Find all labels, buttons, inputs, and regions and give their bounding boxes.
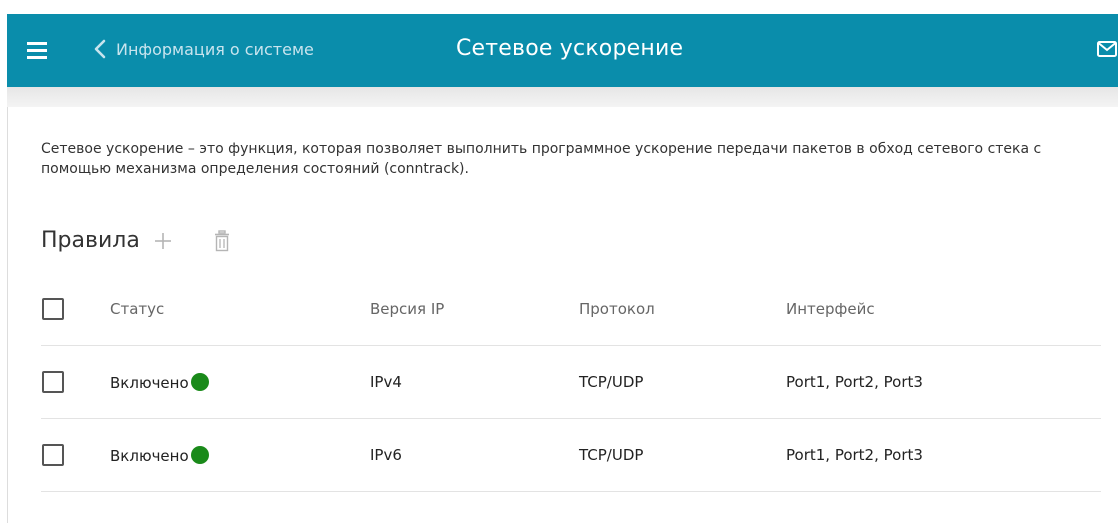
trash-icon[interactable] (214, 229, 230, 252)
row-checkbox[interactable] (42, 444, 64, 466)
protocol-cell: TCP/UDP (578, 345, 785, 419)
table-header-row: Статус Версия IP Протокол Интерфейс (41, 273, 1101, 346)
rules-table: Статус Версия IP Протокол Интерфейс Вклю… (41, 273, 1101, 492)
plus-icon[interactable] (154, 232, 172, 250)
status-indicator-icon (190, 372, 209, 391)
column-header-status[interactable]: Статус (109, 273, 369, 346)
column-header-protocol[interactable]: Протокол (578, 273, 785, 346)
back-link[interactable]: Информация о системе (90, 38, 314, 60)
select-all-cell (41, 273, 109, 346)
status-indicator-icon (190, 445, 209, 464)
rules-section-header: Правила (41, 228, 230, 253)
row-checkbox[interactable] (42, 371, 64, 393)
status-text: Включено (110, 446, 189, 465)
rules-title: Правила (41, 228, 140, 253)
hamburger-menu-icon[interactable] (27, 42, 47, 59)
page-title: Сетевое ускорение (456, 36, 684, 61)
table-row[interactable]: Включено IPv6 TCP/UDP Port1, Port2, Port… (41, 418, 1101, 492)
status-cell: Включено (109, 418, 369, 492)
ip-version-cell: IPv4 (369, 345, 578, 419)
page-description: Сетевое ускорение – это функция, которая… (41, 141, 1042, 177)
status-cell: Включено (109, 345, 369, 419)
interface-cell: Port1, Port2, Port3 (785, 345, 1101, 419)
header-bar: Информация о системе Сетевое ускорение (7, 14, 1118, 87)
column-header-ip-version[interactable]: Версия IP (369, 273, 578, 346)
row-select-cell (41, 345, 109, 419)
column-header-interface[interactable]: Интерфейс (785, 273, 1101, 346)
header-divider (7, 87, 1118, 107)
status-text: Включено (110, 373, 189, 392)
content-left-border (7, 107, 8, 523)
row-select-cell (41, 418, 109, 492)
select-all-checkbox[interactable] (42, 298, 64, 320)
page: Информация о системе Сетевое ускорение С… (0, 0, 1118, 523)
chevron-left-icon (94, 39, 106, 59)
mail-icon[interactable] (1096, 38, 1118, 60)
interface-cell: Port1, Port2, Port3 (785, 418, 1101, 492)
protocol-cell: TCP/UDP (578, 418, 785, 492)
ip-version-cell: IPv6 (369, 418, 578, 492)
back-link-label: Информация о системе (116, 39, 314, 59)
table-row[interactable]: Включено IPv4 TCP/UDP Port1, Port2, Port… (41, 345, 1101, 419)
